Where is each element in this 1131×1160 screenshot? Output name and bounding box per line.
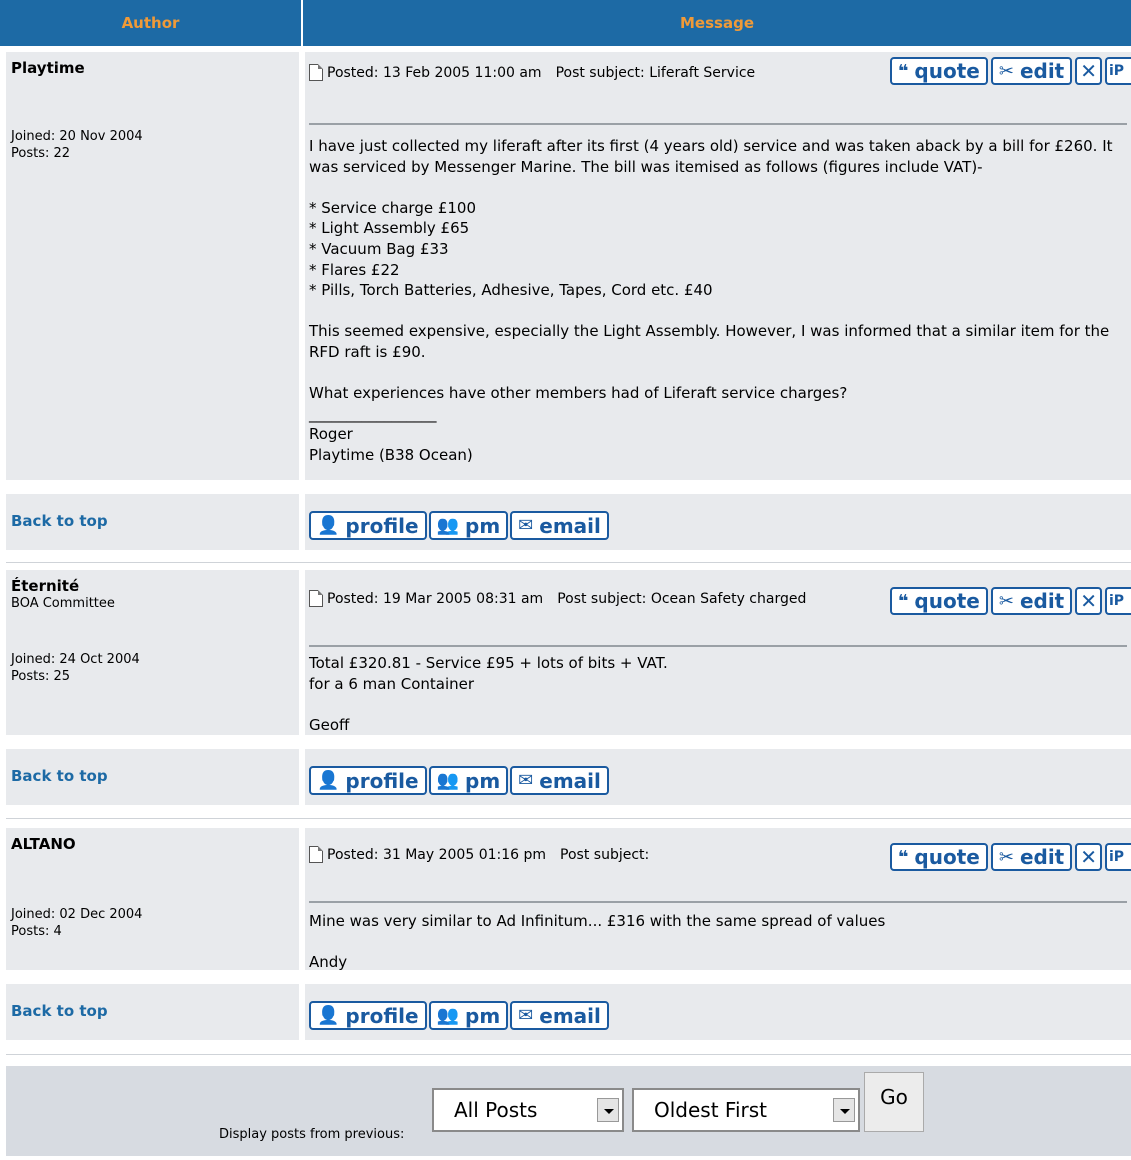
message-cell: Posted: 19 Mar 2005 08:31 am Post subjec… xyxy=(305,570,1131,735)
users-icon: 👥 xyxy=(436,1005,460,1026)
quote-button[interactable]: ❝ quote xyxy=(889,587,988,615)
post-subject: Post subject: Liferaft Service xyxy=(555,64,756,81)
author-name: Éternité xyxy=(11,577,80,595)
days-select[interactable]: All Posts xyxy=(432,1088,624,1132)
post-icon[interactable] xyxy=(309,64,323,81)
profile-button[interactable]: 👤 profile xyxy=(309,511,427,540)
message-cell: Posted: 13 Feb 2005 11:00 am Post subjec… xyxy=(305,52,1131,480)
pm-button[interactable]: 👥 pm xyxy=(428,766,509,795)
ip-button[interactable]: iP xyxy=(1105,843,1131,871)
ip-button[interactable]: iP xyxy=(1105,587,1131,615)
joined-date: Joined: 02 Dec 2004 xyxy=(11,907,143,922)
author-cell: Éternité BOA Committee Joined: 24 Oct 20… xyxy=(6,570,299,735)
message-cell: Posted: 31 May 2005 01:16 pm Post subjec… xyxy=(305,828,1131,972)
envelope-icon: ✉ xyxy=(518,515,534,536)
post-body: Mine was very similar to Ad Infinitum...… xyxy=(309,912,886,972)
delete-icon: ✕ xyxy=(1080,845,1097,869)
joined-date: Joined: 20 Nov 2004 xyxy=(11,129,143,144)
edit-icon: ✂ xyxy=(998,846,1014,868)
back-to-top-link[interactable]: Back to top xyxy=(11,767,108,785)
delete-icon: ✕ xyxy=(1080,59,1097,83)
profile-button[interactable]: 👤 profile xyxy=(309,766,427,795)
delete-icon: ✕ xyxy=(1080,589,1097,613)
user-icon: 👤 xyxy=(317,770,340,791)
go-button[interactable]: Go xyxy=(864,1072,924,1132)
author-cell: ALTANO Joined: 02 Dec 2004 Posts: 4 xyxy=(6,828,299,970)
message-column-header: Message xyxy=(303,0,1131,46)
envelope-icon: ✉ xyxy=(518,1005,534,1026)
quote-icon: ❝ xyxy=(897,590,909,612)
display-options-bar: Display posts from previous: All Posts O… xyxy=(6,1066,1131,1156)
pm-button[interactable]: 👥 pm xyxy=(428,1001,509,1030)
post-body: Total £320.81 - Service £95 + lots of bi… xyxy=(309,654,668,734)
edit-button[interactable]: ✂ edit xyxy=(990,843,1073,871)
posted-date: Posted: 13 Feb 2005 11:00 am xyxy=(327,64,542,81)
post-icon[interactable] xyxy=(309,590,323,607)
author-column-header: Author xyxy=(0,0,301,46)
envelope-icon: ✉ xyxy=(518,770,534,791)
back-to-top-link[interactable]: Back to top xyxy=(11,1002,108,1020)
post-3-footer: Back to top 👤 profile 👥 pm ✉ email xyxy=(0,984,1131,1040)
pm-button[interactable]: 👥 pm xyxy=(428,511,509,540)
delete-button[interactable]: ✕ xyxy=(1075,57,1102,85)
edit-button[interactable]: ✂ edit xyxy=(990,587,1073,615)
users-icon: 👥 xyxy=(436,515,460,536)
post-count: Posts: 4 xyxy=(11,924,62,939)
author-rank: BOA Committee xyxy=(11,596,115,611)
quote-icon: ❝ xyxy=(897,60,909,82)
post-count: Posts: 25 xyxy=(11,669,71,684)
email-button[interactable]: ✉ email xyxy=(510,1001,609,1030)
quote-button[interactable]: ❝ quote xyxy=(889,843,988,871)
ip-button[interactable]: iP xyxy=(1105,57,1131,85)
author-name: ALTANO xyxy=(11,835,76,853)
user-icon: 👤 xyxy=(317,1005,340,1026)
posted-date: Posted: 19 Mar 2005 08:31 am xyxy=(327,590,544,607)
user-icon: 👤 xyxy=(317,515,340,536)
display-posts-label: Display posts from previous: xyxy=(219,1127,405,1142)
chevron-down-icon[interactable] xyxy=(833,1098,855,1122)
divider xyxy=(309,901,1127,903)
delete-button[interactable]: ✕ xyxy=(1075,843,1102,871)
post-1-footer: Back to top 👤 profile 👥 pm ✉ email xyxy=(0,494,1131,550)
author-cell: Playtime Joined: 20 Nov 2004 Posts: 22 xyxy=(6,52,299,480)
joined-date: Joined: 24 Oct 2004 xyxy=(11,652,140,667)
post-subject: Post subject: xyxy=(560,846,650,863)
divider xyxy=(309,645,1127,647)
edit-icon: ✂ xyxy=(998,60,1014,82)
quote-button[interactable]: ❝ quote xyxy=(889,57,988,85)
edit-icon: ✂ xyxy=(998,590,1014,612)
post-body: I have just collected my liferaft after … xyxy=(309,137,1113,464)
delete-button[interactable]: ✕ xyxy=(1075,587,1102,615)
profile-button[interactable]: 👤 profile xyxy=(309,1001,427,1030)
edit-button[interactable]: ✂ edit xyxy=(990,57,1073,85)
users-icon: 👥 xyxy=(436,770,460,791)
post-divider xyxy=(6,818,1131,819)
quote-icon: ❝ xyxy=(897,846,909,868)
back-to-top-link[interactable]: Back to top xyxy=(11,512,108,530)
post-subject: Post subject: Ocean Safety charged xyxy=(557,590,807,607)
order-select[interactable]: Oldest First xyxy=(632,1088,860,1132)
post-divider xyxy=(6,1054,1131,1055)
post-2-footer: Back to top 👤 profile 👥 pm ✉ email xyxy=(0,749,1131,805)
post-count: Posts: 22 xyxy=(11,146,71,161)
email-button[interactable]: ✉ email xyxy=(510,511,609,540)
posted-date: Posted: 31 May 2005 01:16 pm xyxy=(327,846,547,863)
chevron-down-icon[interactable] xyxy=(597,1098,619,1122)
divider xyxy=(309,123,1127,125)
email-button[interactable]: ✉ email xyxy=(510,766,609,795)
post-divider xyxy=(6,562,1131,563)
author-name: Playtime xyxy=(11,59,85,77)
post-icon[interactable] xyxy=(309,846,323,863)
